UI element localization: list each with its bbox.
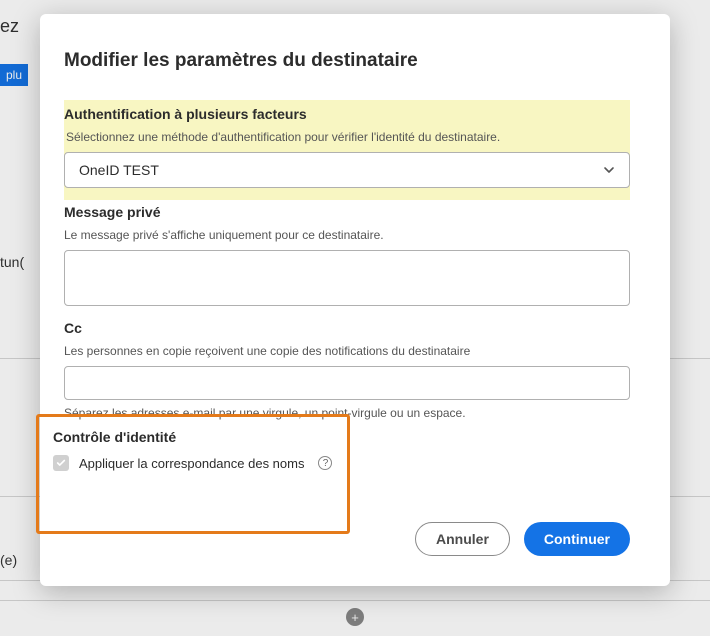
modal-button-row: Annuler Continuer	[415, 522, 630, 556]
mfa-highlight-block: Authentification à plusieurs facteurs Sé…	[64, 100, 630, 200]
modal-title: Modifier les paramètres du destinataire	[64, 50, 630, 72]
mfa-selected-value: OneID TEST	[79, 162, 159, 178]
name-match-checkbox[interactable]	[53, 455, 69, 471]
identity-heading: Contrôle d'identité	[53, 429, 333, 445]
cc-hint: Les personnes en copie reçoivent une cop…	[64, 344, 630, 358]
name-match-label: Appliquer la correspondance des noms	[79, 456, 304, 471]
private-message-input[interactable]	[64, 250, 630, 306]
private-message-heading: Message privé	[64, 204, 630, 220]
info-icon[interactable]: ?	[318, 456, 332, 470]
name-match-row: Appliquer la correspondance des noms ?	[53, 455, 333, 471]
chevron-down-icon	[603, 164, 615, 176]
cc-heading: Cc	[64, 320, 630, 336]
cc-input[interactable]	[64, 366, 630, 400]
private-message-hint: Le message privé s'affiche uniquement po…	[64, 228, 630, 242]
mfa-heading: Authentification à plusieurs facteurs	[64, 106, 630, 122]
cancel-button[interactable]: Annuler	[415, 522, 510, 556]
mfa-hint: Sélectionnez une méthode d'authentificat…	[64, 130, 630, 144]
identity-control-highlight: Contrôle d'identité Appliquer la corresp…	[36, 414, 350, 534]
mfa-method-select[interactable]: OneID TEST	[64, 152, 630, 188]
continue-button[interactable]: Continuer	[524, 522, 630, 556]
